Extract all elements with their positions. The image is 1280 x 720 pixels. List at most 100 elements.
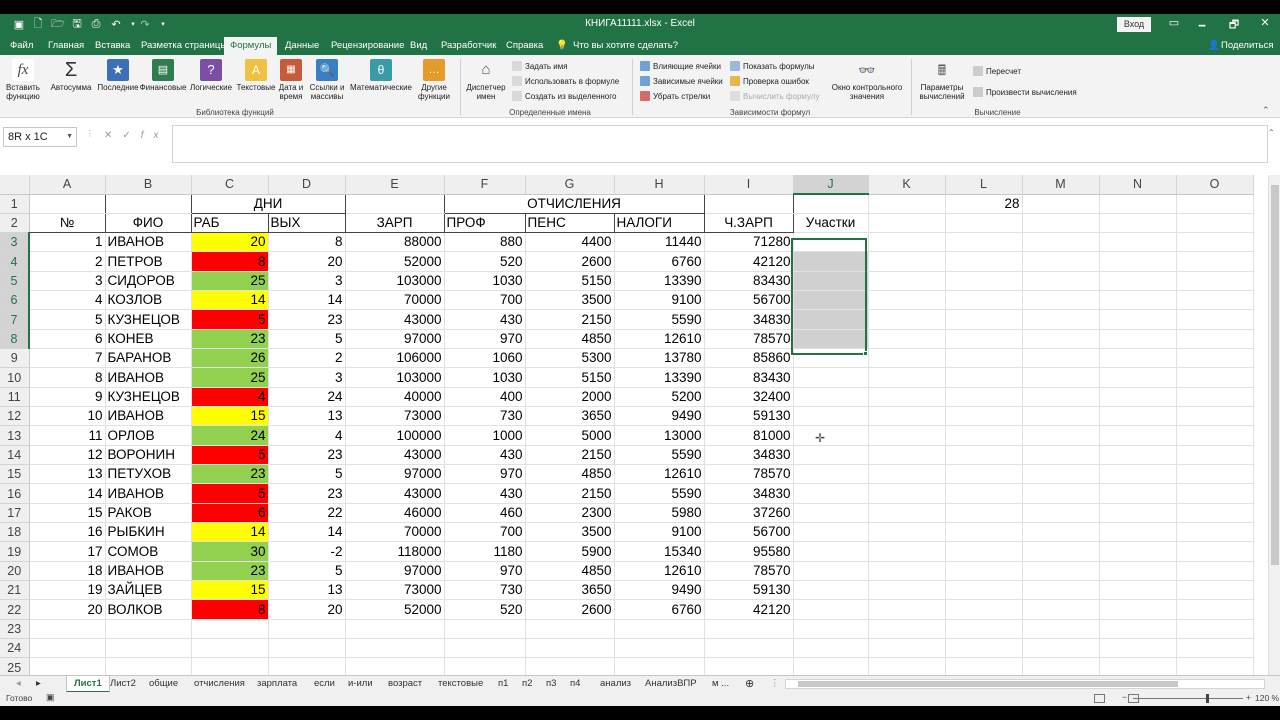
cell-sites[interactable] bbox=[793, 445, 869, 466]
cell-salary[interactable]: 118000 bbox=[345, 541, 445, 562]
cell-net-salary[interactable]: 34830 bbox=[704, 309, 794, 330]
cell-union[interactable]: 700 bbox=[444, 522, 526, 543]
cell[interactable] bbox=[1176, 522, 1254, 543]
cell-union[interactable]: 460 bbox=[444, 503, 526, 524]
cell[interactable] bbox=[868, 522, 946, 543]
cell-net-salary[interactable]: 81000 bbox=[704, 425, 794, 446]
cell-salary[interactable]: 70000 bbox=[345, 290, 445, 311]
cell-num[interactable]: 2 bbox=[29, 251, 106, 272]
cell[interactable] bbox=[29, 619, 106, 640]
cell-name[interactable]: СОМОВ bbox=[105, 541, 192, 562]
tab-review[interactable]: Рецензирование bbox=[331, 40, 404, 51]
cell-num[interactable]: 9 bbox=[29, 387, 106, 408]
text-functions-button[interactable]: A Текстовые bbox=[235, 59, 277, 92]
cell[interactable] bbox=[1099, 251, 1177, 272]
cell[interactable] bbox=[1022, 541, 1100, 562]
cell[interactable] bbox=[868, 329, 946, 350]
cell-net-salary[interactable]: 59130 bbox=[704, 580, 794, 601]
tab-data[interactable]: Данные bbox=[285, 40, 319, 51]
cell-salary[interactable]: 52000 bbox=[345, 251, 445, 272]
column-header-b[interactable]: B bbox=[105, 175, 192, 195]
row-header[interactable]: 6 bbox=[0, 290, 30, 311]
cell[interactable] bbox=[105, 194, 192, 214]
cell-net-salary[interactable]: 56700 bbox=[704, 290, 794, 311]
cell-net-salary[interactable]: 83430 bbox=[704, 271, 794, 292]
cell-name[interactable]: РЫБКИН bbox=[105, 522, 192, 543]
cell[interactable] bbox=[793, 638, 869, 659]
cell-taxes[interactable]: 13390 bbox=[614, 271, 705, 292]
sheet-tab[interactable]: п3 bbox=[546, 678, 556, 689]
cell-sites[interactable] bbox=[793, 483, 869, 504]
cell-work-days[interactable]: 20 bbox=[191, 232, 269, 253]
cell[interactable] bbox=[1176, 367, 1254, 388]
cell[interactable] bbox=[614, 638, 705, 659]
zoom-in-icon[interactable]: + bbox=[1246, 692, 1251, 702]
cell-pension[interactable]: 5000 bbox=[525, 425, 615, 446]
cell-pension[interactable]: 5300 bbox=[525, 348, 615, 369]
cell[interactable] bbox=[1176, 406, 1254, 427]
cell-salary[interactable]: 43000 bbox=[345, 445, 445, 466]
cell[interactable] bbox=[444, 638, 526, 659]
cell-sites[interactable] bbox=[793, 541, 869, 562]
cell-salary[interactable]: 73000 bbox=[345, 406, 445, 427]
cell[interactable] bbox=[868, 599, 946, 620]
close-button[interactable]: ✕ bbox=[1255, 16, 1275, 32]
cell[interactable] bbox=[1099, 483, 1177, 504]
cell[interactable] bbox=[1022, 561, 1100, 582]
row-header[interactable]: 5 bbox=[0, 271, 30, 292]
header-pension[interactable]: ПЕНС bbox=[525, 213, 615, 234]
minimize-button[interactable]: 🗕 bbox=[1192, 16, 1212, 32]
cell-pension[interactable]: 4850 bbox=[525, 464, 615, 485]
sheet-tab[interactable]: п2 bbox=[522, 678, 532, 689]
cell[interactable] bbox=[945, 464, 1023, 485]
cell[interactable] bbox=[793, 194, 869, 214]
cell-taxes[interactable]: 9490 bbox=[614, 580, 705, 601]
sheet-tab[interactable]: АнализВПР bbox=[645, 678, 697, 689]
cell[interactable] bbox=[1022, 348, 1100, 369]
cell[interactable] bbox=[945, 329, 1023, 350]
cell[interactable] bbox=[1099, 541, 1177, 562]
cell-sites[interactable] bbox=[793, 464, 869, 485]
cell[interactable] bbox=[945, 503, 1023, 524]
cell-taxes[interactable]: 5200 bbox=[614, 387, 705, 408]
cell[interactable] bbox=[268, 619, 346, 640]
cell[interactable] bbox=[868, 251, 946, 272]
horizontal-scrollbar[interactable] bbox=[785, 679, 1265, 689]
autosum-button[interactable]: Σ Автосумма bbox=[48, 59, 94, 92]
cell[interactable] bbox=[1022, 290, 1100, 311]
cell[interactable] bbox=[945, 309, 1023, 330]
cell[interactable] bbox=[945, 406, 1023, 427]
cell-work-days[interactable]: 8 bbox=[191, 251, 269, 272]
row-header[interactable]: 9 bbox=[0, 348, 30, 369]
sheet-tab[interactable]: зарплата bbox=[257, 678, 297, 689]
tab-home[interactable]: Главная bbox=[48, 40, 84, 51]
cell-name[interactable]: БАРАНОВ bbox=[105, 348, 192, 369]
normal-view-icon[interactable] bbox=[1094, 694, 1105, 703]
cell[interactable] bbox=[614, 619, 705, 640]
cell-days-off[interactable]: 5 bbox=[268, 329, 346, 350]
cell-union[interactable]: 430 bbox=[444, 445, 526, 466]
evaluate-formula-button[interactable]: Вычислить формулу bbox=[730, 91, 819, 101]
date-time-button[interactable]: ▦ Дата и время bbox=[276, 59, 306, 101]
sheet-tab[interactable]: м ... bbox=[712, 678, 729, 689]
cell-days-off[interactable]: 5 bbox=[268, 464, 346, 485]
cell[interactable] bbox=[1099, 194, 1177, 214]
cell-sites[interactable] bbox=[793, 290, 869, 311]
lookup-reference-button[interactable]: 🔍 Ссылки и массивы bbox=[307, 59, 347, 101]
cell[interactable] bbox=[704, 619, 794, 640]
column-header-a[interactable]: A bbox=[29, 175, 106, 195]
cell-net-salary[interactable]: 32400 bbox=[704, 387, 794, 408]
cell[interactable] bbox=[1099, 367, 1177, 388]
cell-name[interactable]: ОРЛОВ bbox=[105, 425, 192, 446]
sheet-tab[interactable]: Лист1 bbox=[66, 676, 110, 693]
column-header-j[interactable]: J bbox=[793, 175, 869, 195]
cell-net-salary[interactable]: 78570 bbox=[704, 561, 794, 582]
cell[interactable] bbox=[1022, 483, 1100, 504]
cell-days-off[interactable]: 14 bbox=[268, 290, 346, 311]
tab-formulas[interactable]: Формулы bbox=[224, 37, 278, 55]
cell-pension[interactable]: 2150 bbox=[525, 309, 615, 330]
cell-num[interactable]: 1 bbox=[29, 232, 106, 253]
cell[interactable] bbox=[1099, 348, 1177, 369]
macro-record-icon[interactable]: ▣ bbox=[46, 692, 55, 703]
cell-days-off[interactable]: 14 bbox=[268, 522, 346, 543]
